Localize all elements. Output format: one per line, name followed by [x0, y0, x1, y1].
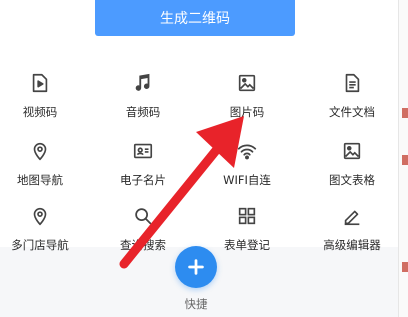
edge-decoration: [402, 155, 408, 165]
image-table-icon: [339, 138, 365, 164]
tile-business-card[interactable]: 电子名片: [93, 138, 193, 188]
edge-decoration: [402, 262, 408, 272]
tile-audio-code[interactable]: 音频码: [93, 70, 193, 120]
tile-label: 图片码: [229, 105, 265, 119]
map-pin-icon: [27, 138, 53, 164]
tile-form-registration[interactable]: 表单登记: [197, 203, 297, 253]
quick-add-button[interactable]: [175, 246, 217, 288]
pen-edit-icon: [339, 203, 365, 229]
tile-label: 多门店导航: [11, 238, 69, 252]
tile-label: 高级编辑器: [323, 238, 381, 252]
search-icon: [130, 203, 156, 229]
document-icon: [339, 70, 365, 96]
grid-form-icon: [234, 203, 260, 229]
tile-video-code[interactable]: 视频码: [0, 70, 90, 120]
wifi-icon: [234, 138, 260, 164]
tile-label: 视频码: [22, 105, 58, 119]
generate-qrcode-button[interactable]: 生成二维码: [95, 0, 295, 36]
tile-label: 图文表格: [329, 173, 375, 187]
plus-icon: [188, 259, 204, 275]
qr-tool-panel: 生成二维码 视频码 音频码 图片码 文件文档 地图导航 电子名片 WIFI自连 …: [0, 0, 408, 317]
music-note-icon: [130, 70, 156, 96]
tile-file-document[interactable]: 文件文档: [302, 70, 402, 120]
tile-multi-store-navigation[interactable]: 多门店导航: [0, 203, 90, 253]
tile-label: WIFI自连: [223, 173, 271, 187]
image-icon: [234, 70, 260, 96]
business-card-icon: [130, 138, 156, 164]
multi-store-pin-icon: [27, 203, 53, 229]
tile-advanced-editor[interactable]: 高级编辑器: [302, 203, 402, 253]
tile-wifi-autoconnect[interactable]: WIFI自连: [197, 138, 297, 188]
tile-label: 电子名片: [120, 173, 166, 187]
quick-label: 快捷: [184, 297, 208, 311]
tile-label: 音频码: [125, 105, 161, 119]
tile-image-text-table[interactable]: 图文表格: [302, 138, 402, 188]
tile-label: 文件文档: [329, 105, 375, 119]
video-icon: [27, 70, 53, 96]
tile-label: 地图导航: [17, 173, 63, 187]
tile-image-code[interactable]: 图片码: [197, 70, 297, 120]
tile-label: 表单登记: [224, 238, 270, 252]
tile-map-navigation[interactable]: 地图导航: [0, 138, 90, 188]
edge-decoration: [402, 108, 408, 118]
tile-query-search[interactable]: 查询搜索: [93, 203, 193, 253]
tile-label: 查询搜索: [120, 238, 166, 252]
